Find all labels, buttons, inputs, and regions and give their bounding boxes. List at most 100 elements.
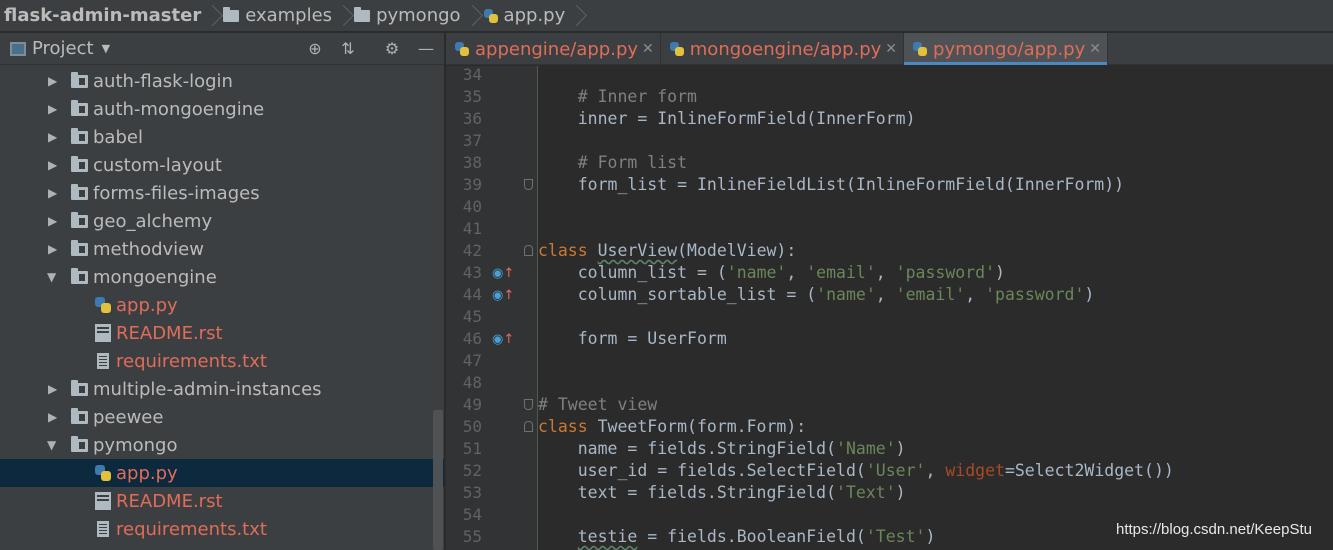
breadcrumb-root[interactable]: flask-admin-master — [0, 0, 207, 32]
override-marker-icon[interactable]: ◉↑ — [492, 262, 514, 284]
tree-item-label: auth-mongoengine — [93, 98, 265, 120]
code-editor[interactable]: 34 35 36 37 38 39 40 41 42 43 44 45 46 4… — [446, 66, 1333, 550]
tree-item-auth-mongoengine[interactable]: ▶ auth-mongoengine — [0, 95, 444, 123]
project-view-selector[interactable]: Project — [32, 38, 94, 59]
tree-item-multiple-admin-instances[interactable]: ▶ multiple-admin-instances — [0, 375, 444, 403]
code-line-38: # Form list — [577, 153, 688, 172]
line-number: 43 — [462, 263, 482, 282]
minimize-icon[interactable]: — — [416, 39, 436, 59]
line-number: 47 — [462, 351, 482, 370]
line-number: 42 — [462, 241, 482, 260]
folder-icon — [71, 156, 88, 172]
tree-item-label: app.py — [116, 294, 178, 316]
tree-item-geo-alchemy[interactable]: ▶ geo_alchemy — [0, 207, 444, 235]
chevron-right-icon[interactable]: ▶ — [48, 179, 60, 207]
locate-target-icon[interactable]: ⊕ — [305, 39, 325, 59]
override-marker-icon[interactable]: ◉↑ — [492, 328, 514, 350]
tree-item-forms-files-images[interactable]: ▶ forms-files-images — [0, 179, 444, 207]
tree-item-custom-layout[interactable]: ▶ custom-layout — [0, 151, 444, 179]
chevron-right-icon[interactable]: ▶ — [48, 67, 60, 95]
tree-item-mongoengine-app-py[interactable]: app.py — [0, 291, 444, 319]
tree-item-label: geo_alchemy — [93, 210, 213, 232]
line-number: 38 — [462, 153, 482, 172]
tree-item-mongoengine-requirements[interactable]: requirements.txt — [0, 347, 444, 375]
tree-item-pymongo-requirements[interactable]: requirements.txt — [0, 515, 444, 543]
breadcrumb-pymongo[interactable]: pymongo — [348, 0, 466, 32]
chevron-right-icon[interactable]: ▶ — [48, 95, 60, 123]
editor-tab-bar: appengine/app.py ✕ mongoengine/app.py ✕ … — [446, 33, 1333, 65]
close-icon[interactable]: ✕ — [1089, 41, 1101, 57]
python-file-icon — [669, 41, 685, 57]
collapse-all-icon[interactable]: ⇅ — [338, 39, 358, 59]
tree-item-pymongo[interactable]: ▼ pymongo — [0, 431, 444, 459]
tree-item-label: app.py — [116, 462, 178, 484]
tree-item-pymongo-readme[interactable]: README.rst — [0, 487, 444, 515]
tab-pymongo-app-py[interactable]: pymongo/app.py ✕ — [904, 33, 1108, 65]
tree-item-babel[interactable]: ▶ babel — [0, 123, 444, 151]
tab-appengine-app-py[interactable]: appengine/app.py ✕ — [446, 33, 661, 65]
code-line-49: # Tweet view — [538, 395, 658, 414]
tree-item-methodview[interactable]: ▶ methodview — [0, 235, 444, 263]
chevron-right-icon[interactable]: ▶ — [48, 207, 60, 235]
chevron-right-icon[interactable]: ▶ — [48, 123, 60, 151]
chevron-right-icon[interactable]: ▶ — [48, 235, 60, 263]
breadcrumb-separator — [467, 0, 477, 32]
tree-item-label: forms-files-images — [93, 182, 260, 204]
line-number: 50 — [462, 417, 482, 436]
breadcrumb-examples[interactable]: examples — [217, 0, 338, 32]
chevron-right-icon[interactable]: ▶ — [48, 151, 60, 179]
breadcrumb-separator — [338, 0, 348, 32]
line-number: 55 — [462, 527, 482, 546]
chevron-down-icon[interactable]: ▼ — [102, 42, 110, 55]
tab-mongoengine-app-py[interactable]: mongoengine/app.py ✕ — [661, 33, 905, 65]
line-number: 36 — [462, 109, 482, 128]
tree-item-label: multiple-admin-instances — [93, 378, 322, 400]
code-line-50: class TweetForm(form.Form): — [538, 417, 807, 436]
line-number: 52 — [462, 461, 482, 480]
python-file-icon — [912, 41, 928, 57]
project-icon — [10, 41, 26, 56]
tree-item-label: requirements.txt — [116, 350, 267, 372]
close-icon[interactable]: ✕ — [885, 41, 897, 57]
fold-start-icon[interactable] — [524, 421, 533, 432]
text-file-icon — [97, 353, 109, 369]
tree-item-label: babel — [93, 126, 143, 148]
override-marker-icon[interactable]: ◉↑ — [492, 284, 514, 306]
close-icon[interactable]: ✕ — [642, 41, 654, 57]
tree-item-label: methodview — [93, 238, 204, 260]
tree-item-peewee[interactable]: ▶ peewee — [0, 403, 444, 431]
chevron-down-icon[interactable]: ▼ — [47, 263, 59, 291]
gear-icon[interactable]: ⚙ — [382, 39, 402, 59]
python-file-icon — [454, 41, 470, 57]
tree-item-mongoengine[interactable]: ▼ mongoengine — [0, 263, 444, 291]
line-number: 41 — [462, 219, 482, 238]
chevron-right-icon[interactable]: ▶ — [48, 403, 60, 431]
tree-item-auth-flask-login[interactable]: ▶ auth-flask-login — [0, 67, 444, 95]
line-number: 39 — [462, 175, 482, 194]
folder-icon — [71, 184, 88, 200]
line-number: 35 — [462, 87, 482, 106]
python-file-icon — [94, 296, 112, 314]
project-panel: Project ▼ ⊕ ⇅ ⚙ — ▶ auth-flask-login ▶ a… — [0, 33, 445, 550]
fold-start-icon[interactable] — [524, 245, 533, 256]
breadcrumb-app-py[interactable]: app.py — [477, 0, 572, 32]
navigation-bar: flask-admin-master examples pymongo app.… — [0, 0, 1333, 32]
fold-end-icon[interactable] — [524, 399, 533, 410]
tree-item-pymongo-app-py[interactable]: app.py — [0, 459, 444, 487]
chevron-down-icon[interactable]: ▼ — [47, 431, 59, 459]
folder-icon — [71, 436, 88, 452]
folder-icon — [71, 72, 88, 88]
tree-item-label: custom-layout — [93, 154, 222, 176]
code-line-42: class UserView(ModelView): — [538, 241, 797, 260]
folder-icon — [71, 380, 88, 396]
fold-end-icon[interactable] — [524, 179, 533, 190]
folder-icon — [71, 212, 88, 228]
project-scrollbar[interactable] — [433, 410, 443, 550]
line-number: 49 — [462, 395, 482, 414]
chevron-right-icon[interactable]: ▶ — [48, 375, 60, 403]
rst-file-icon — [95, 324, 111, 342]
tree-item-mongoengine-readme[interactable]: README.rst — [0, 319, 444, 347]
folder-icon — [71, 268, 88, 284]
editor-gutter: 34 35 36 37 38 39 40 41 42 43 44 45 46 4… — [446, 66, 538, 550]
project-panel-header: Project ▼ ⊕ ⇅ ⚙ — — [0, 33, 444, 65]
